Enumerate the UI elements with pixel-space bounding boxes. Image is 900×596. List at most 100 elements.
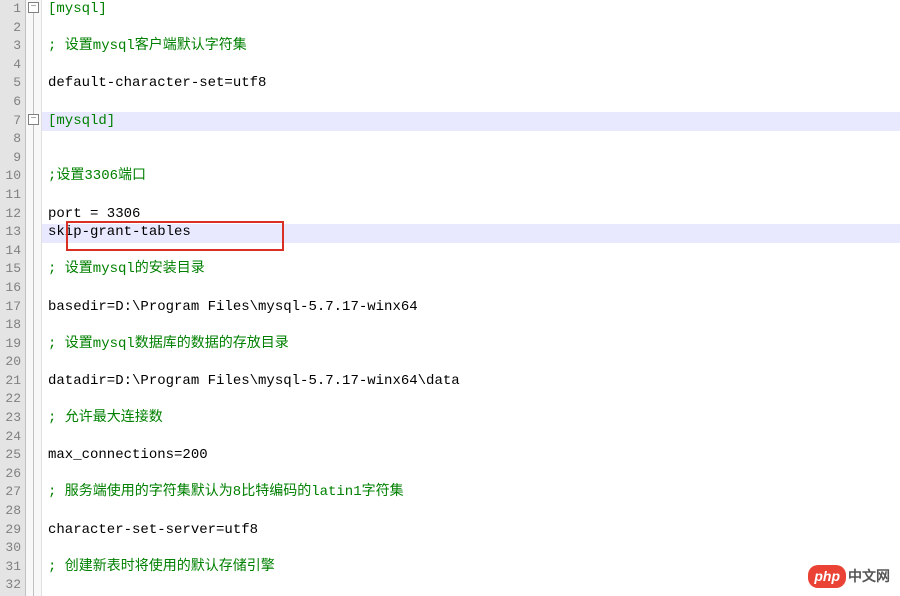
code-text: basedir=D:\Program Files\mysql-5.7.17-wi…	[48, 299, 418, 315]
code-text: character-set-server=utf8	[48, 522, 258, 538]
line-number: 16	[0, 279, 21, 298]
fold-toggle-icon[interactable]: −	[28, 2, 39, 13]
code-line[interactable]	[48, 279, 900, 298]
code-line[interactable]: [mysql]	[48, 0, 900, 19]
code-line[interactable]	[48, 428, 900, 447]
code-area[interactable]: [mysql] ; 设置mysql客户端默认字符集 default-charac…	[42, 0, 900, 596]
code-line[interactable]	[48, 539, 900, 558]
code-text: ; 设置mysql客户端默认字符集	[48, 38, 247, 54]
code-line[interactable]: [mysqld]	[48, 112, 900, 131]
code-line[interactable]: skip-grant-tables	[48, 223, 900, 242]
code-text	[48, 243, 56, 259]
fold-column: − −	[26, 0, 42, 596]
code-line[interactable]	[48, 130, 900, 149]
line-number: 10	[0, 167, 21, 186]
line-number: 18	[0, 316, 21, 335]
code-editor[interactable]: 1234567891011121314151617181920212223242…	[0, 0, 900, 596]
code-line[interactable]	[48, 353, 900, 372]
line-number: 14	[0, 242, 21, 261]
line-number: 11	[0, 186, 21, 205]
code-line[interactable]: basedir=D:\Program Files\mysql-5.7.17-wi…	[48, 298, 900, 317]
code-line[interactable]	[48, 93, 900, 112]
line-number: 20	[0, 353, 21, 372]
code-text: port = 3306	[48, 206, 140, 222]
line-number-gutter: 1234567891011121314151617181920212223242…	[0, 0, 26, 596]
code-line[interactable]: character-set-server=utf8	[48, 521, 900, 540]
code-text	[48, 503, 56, 519]
watermark: php 中文网	[808, 565, 890, 588]
code-text: ; 设置mysql数据库的数据的存放目录	[48, 336, 289, 352]
code-line[interactable]	[48, 56, 900, 75]
code-text: default-character-set=utf8	[48, 75, 266, 91]
code-line[interactable]: port = 3306	[48, 205, 900, 224]
line-number: 29	[0, 521, 21, 540]
line-number: 4	[0, 56, 21, 75]
line-number: 12	[0, 205, 21, 224]
code-line[interactable]: max_connections=200	[48, 446, 900, 465]
code-text: ; 设置mysql的安装目录	[48, 261, 205, 277]
code-text	[48, 577, 56, 593]
fold-guide-line	[33, 13, 34, 114]
line-number: 6	[0, 93, 21, 112]
code-text: ; 服务端使用的字符集默认为8比特编码的latin1字符集	[48, 484, 404, 500]
fold-toggle-icon[interactable]: −	[28, 114, 39, 125]
code-line[interactable]	[48, 465, 900, 484]
code-text	[48, 466, 56, 482]
line-number: 27	[0, 483, 21, 502]
code-line[interactable]: ;设置3306端口	[48, 167, 900, 186]
line-number: 30	[0, 539, 21, 558]
code-text: datadir=D:\Program Files\mysql-5.7.17-wi…	[48, 373, 460, 389]
code-text	[48, 94, 56, 110]
code-line[interactable]: ; 服务端使用的字符集默认为8比特编码的latin1字符集	[48, 483, 900, 502]
line-number: 32	[0, 576, 21, 595]
code-text: [mysql]	[48, 1, 107, 17]
line-number: 28	[0, 502, 21, 521]
line-number: 3	[0, 37, 21, 56]
code-line[interactable]	[48, 316, 900, 335]
fold-guide-line	[33, 125, 34, 596]
line-number: 24	[0, 428, 21, 447]
code-line[interactable]: ; 设置mysql数据库的数据的存放目录	[48, 335, 900, 354]
line-number: 15	[0, 260, 21, 279]
code-line[interactable]	[48, 186, 900, 205]
line-number: 21	[0, 372, 21, 391]
code-text	[48, 391, 56, 407]
code-text: ; 允许最大连接数	[48, 410, 163, 426]
code-text	[48, 540, 56, 556]
line-number: 5	[0, 74, 21, 93]
watermark-text: 中文网	[848, 567, 890, 586]
line-number: 22	[0, 390, 21, 409]
code-text: max_connections=200	[48, 447, 208, 463]
line-number: 2	[0, 19, 21, 38]
code-text	[48, 131, 56, 147]
code-line[interactable]: default-character-set=utf8	[48, 74, 900, 93]
code-line[interactable]: ; 允许最大连接数	[48, 409, 900, 428]
code-line[interactable]	[48, 576, 900, 595]
line-number: 26	[0, 465, 21, 484]
code-text	[48, 57, 56, 73]
code-text	[48, 280, 56, 296]
code-text: ; 创建新表时将使用的默认存储引擎	[48, 559, 275, 575]
line-number: 9	[0, 149, 21, 168]
line-number: 7	[0, 112, 21, 131]
code-line[interactable]	[48, 390, 900, 409]
code-text	[48, 317, 56, 333]
line-number: 1	[0, 0, 21, 19]
line-number: 23	[0, 409, 21, 428]
code-text	[48, 20, 56, 36]
code-line[interactable]	[48, 149, 900, 168]
code-line[interactable]: datadir=D:\Program Files\mysql-5.7.17-wi…	[48, 372, 900, 391]
code-text	[48, 354, 56, 370]
code-line[interactable]: ; 创建新表时将使用的默认存储引擎	[48, 558, 900, 577]
line-number: 25	[0, 446, 21, 465]
code-line[interactable]	[48, 242, 900, 261]
line-number: 8	[0, 130, 21, 149]
code-text	[48, 429, 56, 445]
code-text: ;设置3306端口	[48, 168, 146, 184]
line-number: 13	[0, 223, 21, 242]
code-line[interactable]	[48, 19, 900, 38]
code-line[interactable]	[48, 502, 900, 521]
code-text	[48, 150, 56, 166]
code-line[interactable]: ; 设置mysql客户端默认字符集	[48, 37, 900, 56]
code-line[interactable]: ; 设置mysql的安装目录	[48, 260, 900, 279]
